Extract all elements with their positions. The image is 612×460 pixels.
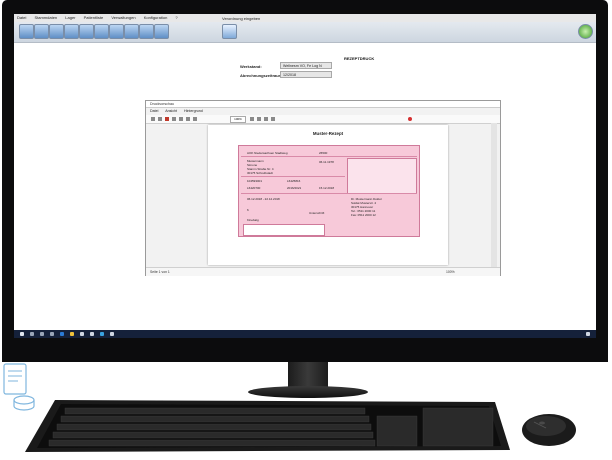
search-icon[interactable] bbox=[30, 332, 34, 336]
form-city: 30175 Schreibstadt bbox=[247, 171, 273, 175]
form-divider bbox=[241, 193, 417, 194]
viewer-title: Druckvorschau bbox=[146, 101, 500, 108]
monitor-chin bbox=[2, 338, 608, 362]
save-icon[interactable] bbox=[158, 117, 162, 121]
viewer-scrollbar[interactable] bbox=[491, 123, 497, 267]
close-preview-icon[interactable] bbox=[408, 117, 412, 121]
settings-icon[interactable] bbox=[50, 332, 54, 336]
app-icon-2[interactable] bbox=[110, 332, 114, 336]
form-birth-date: 06.11.1978 bbox=[319, 160, 334, 164]
zoom-out-icon[interactable] bbox=[193, 117, 197, 121]
form-therapy: Kinebalg bbox=[247, 218, 259, 222]
edge-icon[interactable] bbox=[60, 332, 64, 336]
zoom-status: 100% bbox=[446, 270, 455, 274]
monitor-stand-neck bbox=[288, 362, 328, 388]
tools-icon[interactable] bbox=[154, 24, 169, 39]
form-id-3: L6420700 bbox=[247, 186, 261, 190]
menubar: Datei Stammdaten Lager Patientliste Verw… bbox=[14, 14, 596, 22]
page-title: REZEPTDRUCK bbox=[344, 56, 375, 61]
taskbar bbox=[14, 330, 596, 338]
period-label: Abrechnungszeitraum: bbox=[240, 73, 284, 78]
viewer-toolbar: 100% bbox=[146, 115, 500, 124]
patient-icon[interactable] bbox=[19, 24, 34, 39]
keyboard bbox=[25, 400, 510, 452]
form-signature: Unterschrift bbox=[309, 211, 325, 215]
form-stamp-box bbox=[243, 224, 325, 236]
prescription-icon[interactable] bbox=[34, 24, 49, 39]
menu-admin[interactable]: Verwaltungen bbox=[111, 15, 135, 20]
store-icon[interactable] bbox=[80, 332, 84, 336]
prescription-form: AOK Niedersachsen Stadtweg 26500 Musterm… bbox=[238, 145, 420, 237]
zoom-in-icon[interactable] bbox=[186, 117, 190, 121]
form-period: 06.12.2018 - 22.12.2018 bbox=[247, 197, 280, 201]
viewer-status: Seite 1 von 1 100% bbox=[146, 267, 500, 276]
notification-icon[interactable] bbox=[586, 332, 590, 336]
form-insurer-code: 26500 bbox=[319, 151, 328, 155]
workstand-field[interactable]: Wellnesm VO, Fe Log N bbox=[280, 62, 332, 69]
monitor-stand-base bbox=[248, 386, 368, 398]
chart-icon[interactable] bbox=[109, 24, 124, 39]
zoom-select[interactable]: 100% bbox=[230, 116, 246, 123]
stock-icon[interactable] bbox=[49, 24, 64, 39]
app-icon[interactable] bbox=[100, 332, 104, 336]
form-date: 15.12.2018 bbox=[319, 186, 335, 190]
toolbar bbox=[14, 22, 596, 43]
viewer-menu-background[interactable]: Hintergrund bbox=[184, 109, 203, 113]
task-view-icon[interactable] bbox=[40, 332, 44, 336]
pdf-icon[interactable] bbox=[165, 117, 169, 121]
viewer-menu: Datei Ansicht Hintergrund bbox=[146, 108, 500, 115]
form-id-1: 104593001 bbox=[247, 179, 263, 183]
settings-icon[interactable] bbox=[139, 24, 154, 39]
viewer-menu-view[interactable]: Ansicht bbox=[165, 109, 177, 113]
form-id-4: 2016/2021 bbox=[287, 186, 302, 190]
open-icon[interactable] bbox=[151, 117, 155, 121]
last-page-icon[interactable] bbox=[271, 117, 275, 121]
menu-help[interactable]: ? bbox=[175, 15, 177, 20]
computer-mouse bbox=[522, 414, 576, 446]
menu-patients[interactable]: Patientliste bbox=[84, 15, 104, 20]
form-id-2: L6425816 bbox=[287, 179, 301, 183]
menu-master-data[interactable]: Stammdaten bbox=[34, 15, 57, 20]
menu-stock[interactable]: Lager bbox=[65, 15, 75, 20]
period-select[interactable]: 12/2018 bbox=[280, 71, 332, 78]
mail-icon[interactable] bbox=[90, 332, 94, 336]
print-preview-window: Druckvorschau Datei Ansicht Hintergrund … bbox=[145, 100, 501, 276]
page-indicator: Seite 1 von 1 bbox=[150, 270, 170, 274]
prev-page-icon[interactable] bbox=[257, 117, 261, 121]
first-page-icon[interactable] bbox=[250, 117, 254, 121]
menu-config[interactable]: Konfiguration bbox=[144, 15, 168, 20]
preview-page: Muster-Rezept AOK Niedersachsen Stadtweg… bbox=[208, 125, 448, 265]
form-divider bbox=[241, 156, 417, 157]
print-icon[interactable] bbox=[124, 24, 139, 39]
page-setup-icon[interactable] bbox=[179, 117, 183, 121]
menu-file[interactable]: Datei bbox=[17, 15, 26, 20]
viewer-menu-file[interactable]: Datei bbox=[150, 109, 158, 113]
form-divider bbox=[241, 176, 345, 177]
window-tab-icon[interactable] bbox=[222, 24, 237, 39]
windows-start-icon[interactable] bbox=[20, 332, 24, 336]
form-insurer: AOK Niedersachsen Stadtweg bbox=[247, 151, 288, 155]
form-code-box bbox=[347, 158, 417, 194]
calendar-icon[interactable] bbox=[79, 24, 94, 39]
form-count: 6 bbox=[247, 208, 249, 212]
invoice-icon[interactable] bbox=[94, 24, 109, 39]
workstand-label: Werkstand: bbox=[240, 64, 262, 69]
screen: Datei Stammdaten Lager Patientliste Verw… bbox=[14, 14, 596, 338]
explorer-icon[interactable] bbox=[70, 332, 74, 336]
doc-title: Muster-Rezept bbox=[312, 131, 344, 136]
status-icon bbox=[578, 24, 593, 39]
form-fax: Fax: 0511 2000 12 bbox=[351, 213, 376, 217]
next-page-icon[interactable] bbox=[264, 117, 268, 121]
print-icon[interactable] bbox=[172, 117, 176, 121]
list-icon[interactable] bbox=[64, 24, 79, 39]
